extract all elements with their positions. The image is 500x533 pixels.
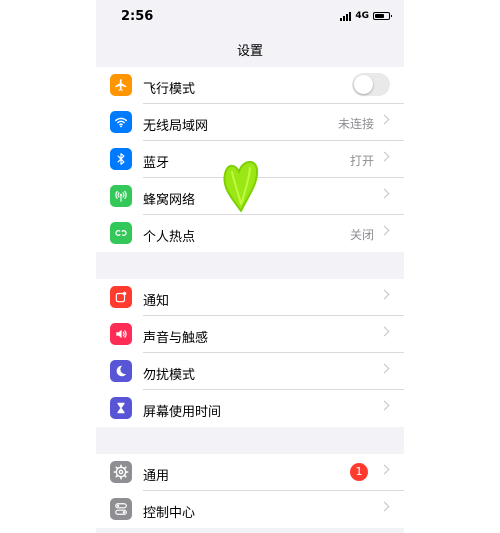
row-label: 个人热点	[143, 230, 196, 245]
chevron-right-icon	[379, 114, 390, 125]
signal-icon	[340, 11, 352, 21]
chevron-right-icon	[379, 326, 390, 337]
settings-row-wifi[interactable]: 无线局域网 未连接	[96, 104, 404, 141]
hotspot-icon	[110, 222, 132, 244]
settings-row-general[interactable]: 通用 1	[96, 454, 404, 491]
row-value: 未连接	[337, 117, 374, 131]
row-label: 蓝牙	[143, 156, 170, 171]
row-label: 控制中心	[143, 506, 196, 521]
chevron-right-icon	[379, 363, 390, 374]
row-label: 勿扰模式	[143, 368, 196, 383]
row-label: 无线局域网	[143, 119, 209, 134]
row-value: 打开	[349, 154, 374, 168]
row-value: 关闭	[349, 228, 374, 242]
antenna-icon	[110, 185, 132, 207]
chevron-right-icon	[379, 400, 390, 411]
settings-row-sounds[interactable]: 声音与触感	[96, 316, 404, 353]
settings-row-airplane-mode[interactable]: 飞行模式	[96, 67, 404, 104]
settings-row-control-center[interactable]: 控制中心	[96, 491, 404, 528]
battery-icon	[373, 12, 392, 20]
notification-icon	[110, 286, 132, 308]
row-label: 蜂窝网络	[143, 193, 196, 208]
row-label: 通用	[143, 469, 170, 484]
chevron-right-icon	[379, 289, 390, 300]
settings-row-personal-hotspot[interactable]: 个人热点 关闭	[96, 215, 404, 252]
row-label: 飞行模式	[143, 82, 196, 97]
toggle-knob	[354, 75, 373, 94]
status-bar: 2:56 4G	[96, 0, 404, 36]
chevron-right-icon	[379, 188, 390, 199]
gear-icon	[110, 461, 132, 483]
page-title: 设置	[236, 44, 263, 59]
chevron-right-icon	[379, 225, 390, 236]
speaker-icon	[110, 323, 132, 345]
settings-group-notifications: 通知 声音与触感 勿扰模式 屏幕使用时间	[96, 279, 404, 427]
bluetooth-icon	[110, 148, 132, 170]
row-label: 屏幕使用时间	[143, 405, 222, 420]
green-heart-sticker	[223, 161, 259, 212]
settings-row-notifications[interactable]: 通知	[96, 279, 404, 316]
settings-row-do-not-disturb[interactable]: 勿扰模式	[96, 353, 404, 390]
row-label: 声音与触感	[143, 331, 209, 346]
chevron-right-icon	[379, 151, 390, 162]
update-badge: 1	[350, 463, 368, 481]
chevron-right-icon	[379, 464, 390, 475]
chevron-right-icon	[379, 501, 390, 512]
settings-row-screen-time[interactable]: 屏幕使用时间	[96, 390, 404, 427]
network-type: 4G	[355, 11, 369, 21]
wifi-icon	[110, 111, 132, 133]
status-time: 2:56	[121, 9, 154, 24]
moon-icon	[110, 360, 132, 382]
airplane-icon	[110, 74, 132, 96]
settings-group-general: 通用 1 控制中心	[96, 454, 404, 528]
toggles-icon	[110, 498, 132, 520]
row-label: 通知	[143, 294, 170, 309]
settings-screen: 2:56 4G 设置 飞行模式 无线局域网 未连接 蓝牙 打开 蜂窝网络 个人热…	[96, 0, 404, 533]
hourglass-icon	[110, 397, 132, 419]
airplane-mode-toggle[interactable]	[352, 73, 390, 96]
status-indicators: 4G	[340, 11, 392, 21]
